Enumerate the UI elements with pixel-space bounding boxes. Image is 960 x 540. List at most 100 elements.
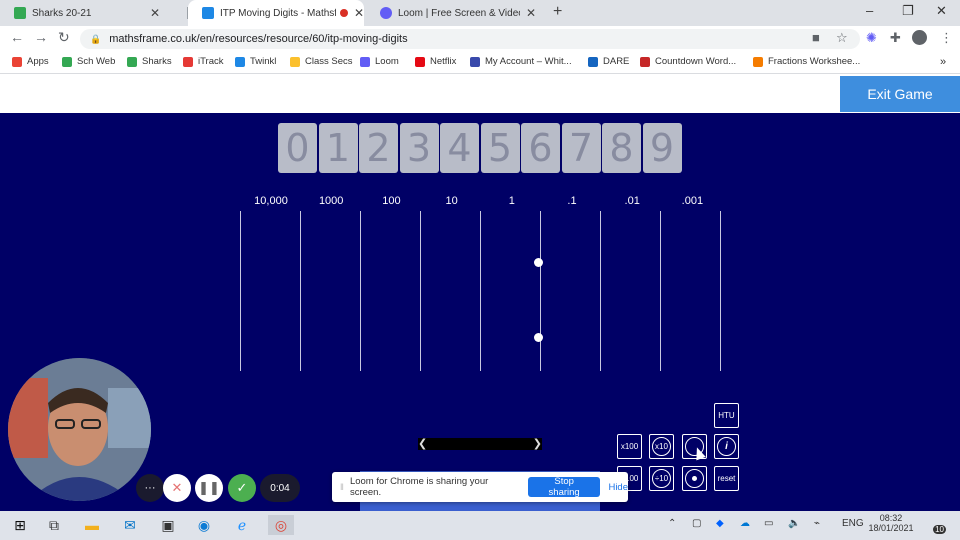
loom-sharing-banner: ‖ Loom for Chrome is sharing your screen… <box>332 472 628 502</box>
sharing-text: Loom for Chrome is sharing your screen. <box>349 476 489 498</box>
bookmark-itrack[interactable]: iTrack <box>183 56 224 67</box>
task-view-icon[interactable]: ⧉ <box>44 515 64 535</box>
bookmark-apps[interactable]: Apps <box>12 56 49 67</box>
network-icon[interactable]: ⌁ <box>814 518 820 529</box>
file-explorer-icon[interactable]: ▬ <box>82 515 102 535</box>
tab-loom[interactable]: Loom | Free Screen & Video Rec ✕ <box>366 0 546 26</box>
bookmark-dare[interactable]: DARE <box>588 56 629 67</box>
place-value-label: 1000 <box>318 195 344 207</box>
exit-game-button[interactable]: Exit Game <box>840 76 960 112</box>
digit-tile-4[interactable]: 4 <box>440 123 479 173</box>
multiply-100-button[interactable]: x100 <box>617 434 642 459</box>
store-icon[interactable]: ▣ <box>158 515 178 535</box>
address-bar[interactable]: 🔒 mathsframe.co.uk/en/resources/resource… <box>80 29 860 49</box>
pause-icon[interactable]: ❚❚ <box>195 474 223 502</box>
bookmark-twinkl[interactable]: Twinkl <box>235 56 276 67</box>
restore-button[interactable]: ❐ <box>902 3 914 19</box>
info-button[interactable]: i <box>714 434 739 459</box>
internet-explorer-icon[interactable]: ℯ <box>232 515 252 535</box>
x10-label: x10 <box>655 442 668 451</box>
close-icon[interactable]: ✕ <box>354 6 364 20</box>
twinkl-icon <box>235 56 245 67</box>
edge-icon[interactable]: ◉ <box>194 515 214 535</box>
bookmark-countdown[interactable]: Countdown Word... <box>640 56 736 67</box>
windows-start-icon[interactable]: ⊞ <box>10 515 30 535</box>
bookmark-sch-web[interactable]: Sch Web <box>62 56 115 67</box>
back-arrow-icon[interactable]: ← <box>10 29 24 45</box>
drag-handle-icon[interactable]: ‖ <box>340 482 344 493</box>
dropbox-icon[interactable]: ◆ <box>716 518 724 529</box>
language-indicator[interactable]: ENG <box>842 518 864 529</box>
chrome-icon[interactable]: ◎ <box>268 515 294 535</box>
mail-icon[interactable]: ✉ <box>120 515 140 535</box>
tray-chevron-up-icon[interactable]: ⌃ <box>668 518 676 529</box>
bookmark-label: Netflix <box>430 56 457 67</box>
chevron-right-icon[interactable]: ❯ <box>533 437 542 450</box>
target-icon <box>183 56 193 67</box>
digit-tile-6[interactable]: 6 <box>521 123 560 173</box>
bookmark-loom[interactable]: Loom <box>360 56 399 67</box>
profile-avatar-icon[interactable] <box>912 30 927 45</box>
decimal-point-button[interactable] <box>682 466 707 491</box>
digit-tile-2[interactable]: 2 <box>359 123 398 173</box>
bookmark-netflix[interactable]: Netflix <box>415 56 456 67</box>
extensions-puzzle-icon[interactable]: ✚ <box>890 30 901 46</box>
clock-time: 08:32 <box>879 513 903 523</box>
digit-tile-9[interactable]: 9 <box>642 123 682 173</box>
stop-sharing-button[interactable]: Stop sharing <box>527 476 601 498</box>
digit-tile-3[interactable]: 3 <box>399 123 439 173</box>
tray-meet-icon[interactable]: ▢ <box>692 518 701 529</box>
div10-label: ÷10 <box>654 474 669 483</box>
menu-kebab-icon[interactable]: ⋮ <box>940 30 953 46</box>
column-divider <box>240 211 241 371</box>
digit-tile-5[interactable]: 5 <box>480 123 520 173</box>
bookmarks-overflow-icon[interactable]: » <box>940 56 946 68</box>
clock[interactable]: 08:32 18/01/2021 <box>868 513 914 533</box>
finish-check-icon[interactable]: ✓ <box>228 474 256 502</box>
x100-label: x100 <box>620 442 639 451</box>
bookmark-fractions[interactable]: Fractions Workshee... <box>753 56 860 67</box>
digit-tile-8[interactable]: 8 <box>602 123 641 173</box>
minimize-button[interactable]: – <box>866 3 873 18</box>
bookmark-sharks[interactable]: Sharks <box>127 56 172 67</box>
bookmark-my-account[interactable]: My Account – Whit... <box>470 56 572 67</box>
camera-icon[interactable]: ■ <box>812 30 820 45</box>
new-tab-button[interactable]: + <box>553 3 562 21</box>
close-icon[interactable]: ✕ <box>150 6 160 20</box>
digit-slider[interactable]: ❮ ❯ <box>418 438 542 450</box>
onedrive-icon[interactable]: ☁ <box>740 518 750 529</box>
hide-banner-button[interactable]: Hide <box>608 482 628 493</box>
more-options-icon[interactable]: ··· <box>136 474 164 502</box>
digit-tile-1[interactable]: 1 <box>318 123 358 173</box>
battery-icon[interactable]: ▭ <box>764 518 773 529</box>
bookmark-label: Fractions Workshee... <box>768 56 861 67</box>
digit-tile-0[interactable]: 0 <box>278 123 317 173</box>
reload-icon[interactable]: ↻ <box>58 29 70 46</box>
tab-sharks[interactable]: Sharks 20-21 ✕ <box>0 0 186 26</box>
divide-10-button[interactable]: ÷10 <box>649 466 674 491</box>
window-close-button[interactable]: ✕ <box>936 3 947 19</box>
loom-icon <box>360 56 370 67</box>
info-icon: i <box>725 441 728 452</box>
digit-tile-7[interactable]: 7 <box>561 123 601 173</box>
cancel-recording-icon[interactable]: ✕ <box>163 474 191 502</box>
bookmark-star-icon[interactable]: ☆ <box>836 30 848 46</box>
forward-arrow-icon[interactable]: → <box>34 29 48 45</box>
bookmark-label: iTrack <box>198 56 224 67</box>
htu-button[interactable]: HTU <box>714 403 739 428</box>
loom-extension-icon[interactable]: ✺ <box>866 30 877 46</box>
column-divider <box>420 211 421 371</box>
reset-button[interactable]: reset <box>714 466 739 491</box>
volume-icon[interactable]: 🔈 <box>788 518 800 529</box>
multiply-10-button[interactable]: x10 <box>649 434 674 459</box>
recording-timer: 0:04 <box>260 474 300 502</box>
column-divider <box>720 211 721 371</box>
notifications-icon[interactable]: 10 <box>928 516 946 534</box>
chevron-left-icon[interactable]: ❮ <box>418 437 427 450</box>
column-divider <box>300 211 301 371</box>
bookmark-class-secs[interactable]: Class Secs <box>290 56 353 67</box>
close-icon[interactable]: ✕ <box>526 6 536 20</box>
place-value-label: .01 <box>624 195 640 207</box>
tab-itp-moving-digits[interactable]: ITP Moving Digits - Mathsfr ✕ <box>188 0 364 26</box>
loom-webcam-bubble[interactable] <box>8 358 151 501</box>
